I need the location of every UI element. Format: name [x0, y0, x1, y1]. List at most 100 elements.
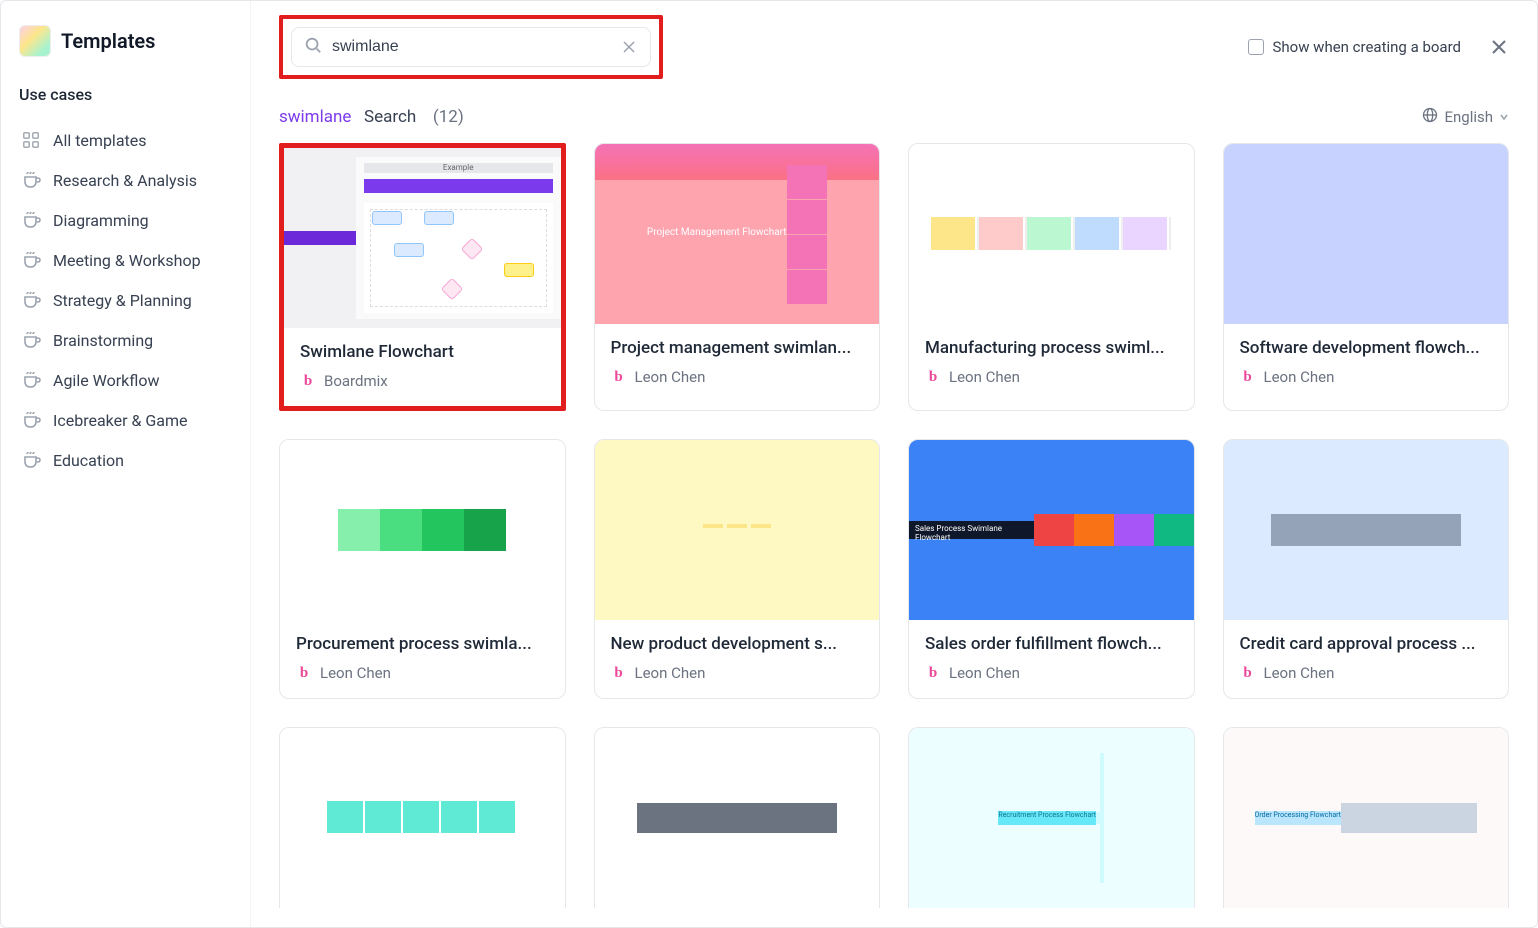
template-card[interactable]: Project Management Flowchart Project man…: [594, 143, 881, 411]
search-label: Search: [364, 107, 416, 127]
template-author: b Leon Chen: [925, 368, 1178, 386]
thumb-title: Recruitment Process Flowchart: [998, 811, 1096, 825]
sidebar-item-meeting[interactable]: Meeting & Workshop: [19, 240, 232, 280]
cup-icon: [21, 370, 41, 390]
filter-row: swimlane Search (12) English: [251, 87, 1537, 139]
search-summary: swimlane Search (12): [279, 107, 464, 127]
language-select[interactable]: English: [1422, 107, 1509, 127]
template-card[interactable]: Recruitment Process Flowchart: [908, 727, 1195, 908]
sidebar-header: Templates: [19, 25, 232, 57]
sidebar-item-research[interactable]: Research & Analysis: [19, 160, 232, 200]
cup-icon: [21, 210, 41, 230]
template-thumbnail: Order Processing Flowchart: [1224, 728, 1509, 908]
template-thumbnail: Sales Process Swimlane Flowchart: [909, 440, 1194, 620]
template-card[interactable]: [594, 727, 881, 908]
template-card[interactable]: New product development s... b Leon Chen: [594, 439, 881, 699]
template-title: Software development flowch...: [1240, 338, 1493, 358]
checkbox-label: Show when creating a board: [1272, 38, 1461, 56]
sidebar-item-label: Agile Workflow: [53, 371, 160, 390]
author-name: Boardmix: [324, 372, 388, 390]
template-card[interactable]: Credit card approval process ... b Leon …: [1223, 439, 1510, 699]
template-thumbnail: [595, 728, 880, 908]
topbar: Show when creating a board: [251, 1, 1537, 87]
template-card[interactable]: Software development flowch... b Leon Ch…: [1223, 143, 1510, 411]
sidebar-item-strategy[interactable]: Strategy & Planning: [19, 280, 232, 320]
chevron-down-icon: [1499, 108, 1509, 126]
checkbox-icon: [1248, 39, 1264, 55]
template-author: b Leon Chen: [1240, 368, 1493, 386]
template-author: b Leon Chen: [611, 664, 864, 682]
sidebar-item-label: Brainstorming: [53, 331, 153, 350]
sidebar-item-label: Education: [53, 451, 124, 470]
template-thumbnail: Recruitment Process Flowchart: [909, 728, 1194, 908]
result-count: (12): [433, 107, 464, 127]
template-thumbnail: [280, 728, 565, 908]
grid-icon: [21, 130, 41, 150]
search-input[interactable]: [332, 38, 610, 56]
template-author: b Boardmix: [300, 372, 545, 390]
template-thumbnail: Example: [284, 148, 561, 328]
template-title: Procurement process swimla...: [296, 634, 549, 654]
sidebar-section-label: Use cases: [19, 85, 232, 104]
template-card[interactable]: Order Processing Flowchart: [1223, 727, 1510, 908]
sidebar-item-diagramming[interactable]: Diagramming: [19, 200, 232, 240]
template-card[interactable]: Procurement process swimla... b Leon Che…: [279, 439, 566, 699]
cup-icon: [21, 410, 41, 430]
sidebar-item-label: Strategy & Planning: [53, 291, 192, 310]
sidebar-item-icebreaker[interactable]: Icebreaker & Game: [19, 400, 232, 440]
author-name: Leon Chen: [320, 664, 391, 682]
template-card[interactable]: Manufacturing process swiml... b Leon Ch…: [908, 143, 1195, 411]
thumb-title: Sales Process Swimlane Flowchart: [909, 521, 1034, 539]
template-card[interactable]: [279, 727, 566, 908]
author-name: Leon Chen: [635, 368, 706, 386]
templates-logo-icon: [19, 25, 51, 57]
template-thumbnail: Project Management Flowchart: [595, 144, 880, 324]
boardmix-icon: b: [300, 373, 316, 389]
query-term: swimlane: [279, 107, 351, 127]
globe-icon: [1422, 107, 1438, 127]
boardmix-icon: b: [611, 665, 627, 681]
results-scroll[interactable]: Example: [251, 139, 1537, 927]
template-thumbnail: [1224, 144, 1509, 324]
boardmix-icon: b: [925, 665, 941, 681]
template-author: b Leon Chen: [296, 664, 549, 682]
language-label: English: [1444, 108, 1493, 126]
cup-icon: [21, 170, 41, 190]
search-box[interactable]: [291, 27, 651, 67]
thumb-title: Order Processing Flowchart: [1255, 811, 1341, 825]
sidebar-title: Templates: [61, 29, 155, 53]
template-thumbnail: [595, 440, 880, 620]
search-icon: [304, 36, 322, 58]
template-title: Swimlane Flowchart: [300, 342, 545, 362]
thumb-title: Project Management Flowchart: [647, 227, 787, 238]
close-button[interactable]: [1489, 37, 1509, 57]
author-name: Leon Chen: [635, 664, 706, 682]
top-actions: Show when creating a board: [1248, 37, 1509, 57]
template-card[interactable]: Example: [279, 143, 566, 411]
template-title: Project management swimlan...: [611, 338, 864, 358]
template-author: b Leon Chen: [611, 368, 864, 386]
boardmix-icon: b: [925, 369, 941, 385]
results-grid: Example: [279, 143, 1509, 908]
cup-icon: [21, 290, 41, 310]
author-name: Leon Chen: [949, 664, 1020, 682]
sidebar: Templates Use cases All templates Resear…: [1, 1, 251, 927]
search-clear-button[interactable]: [620, 38, 638, 56]
show-when-creating-checkbox[interactable]: Show when creating a board: [1248, 38, 1461, 56]
search-highlight-annotation: [279, 15, 663, 79]
template-title: New product development s...: [611, 634, 864, 654]
template-card[interactable]: Sales Process Swimlane Flowchart Sales o…: [908, 439, 1195, 699]
boardmix-icon: b: [1240, 665, 1256, 681]
thumb-title: Example: [364, 163, 553, 173]
sidebar-item-brainstorming[interactable]: Brainstorming: [19, 320, 232, 360]
sidebar-item-agile[interactable]: Agile Workflow: [19, 360, 232, 400]
sidebar-item-all-templates[interactable]: All templates: [19, 120, 232, 160]
template-title: Credit card approval process ...: [1240, 634, 1493, 654]
template-author: b Leon Chen: [925, 664, 1178, 682]
sidebar-item-education[interactable]: Education: [19, 440, 232, 480]
boardmix-icon: b: [611, 369, 627, 385]
template-title: Manufacturing process swiml...: [925, 338, 1178, 358]
boardmix-icon: b: [296, 665, 312, 681]
sidebar-item-label: Icebreaker & Game: [53, 411, 188, 430]
app-root: Templates Use cases All templates Resear…: [0, 0, 1538, 928]
